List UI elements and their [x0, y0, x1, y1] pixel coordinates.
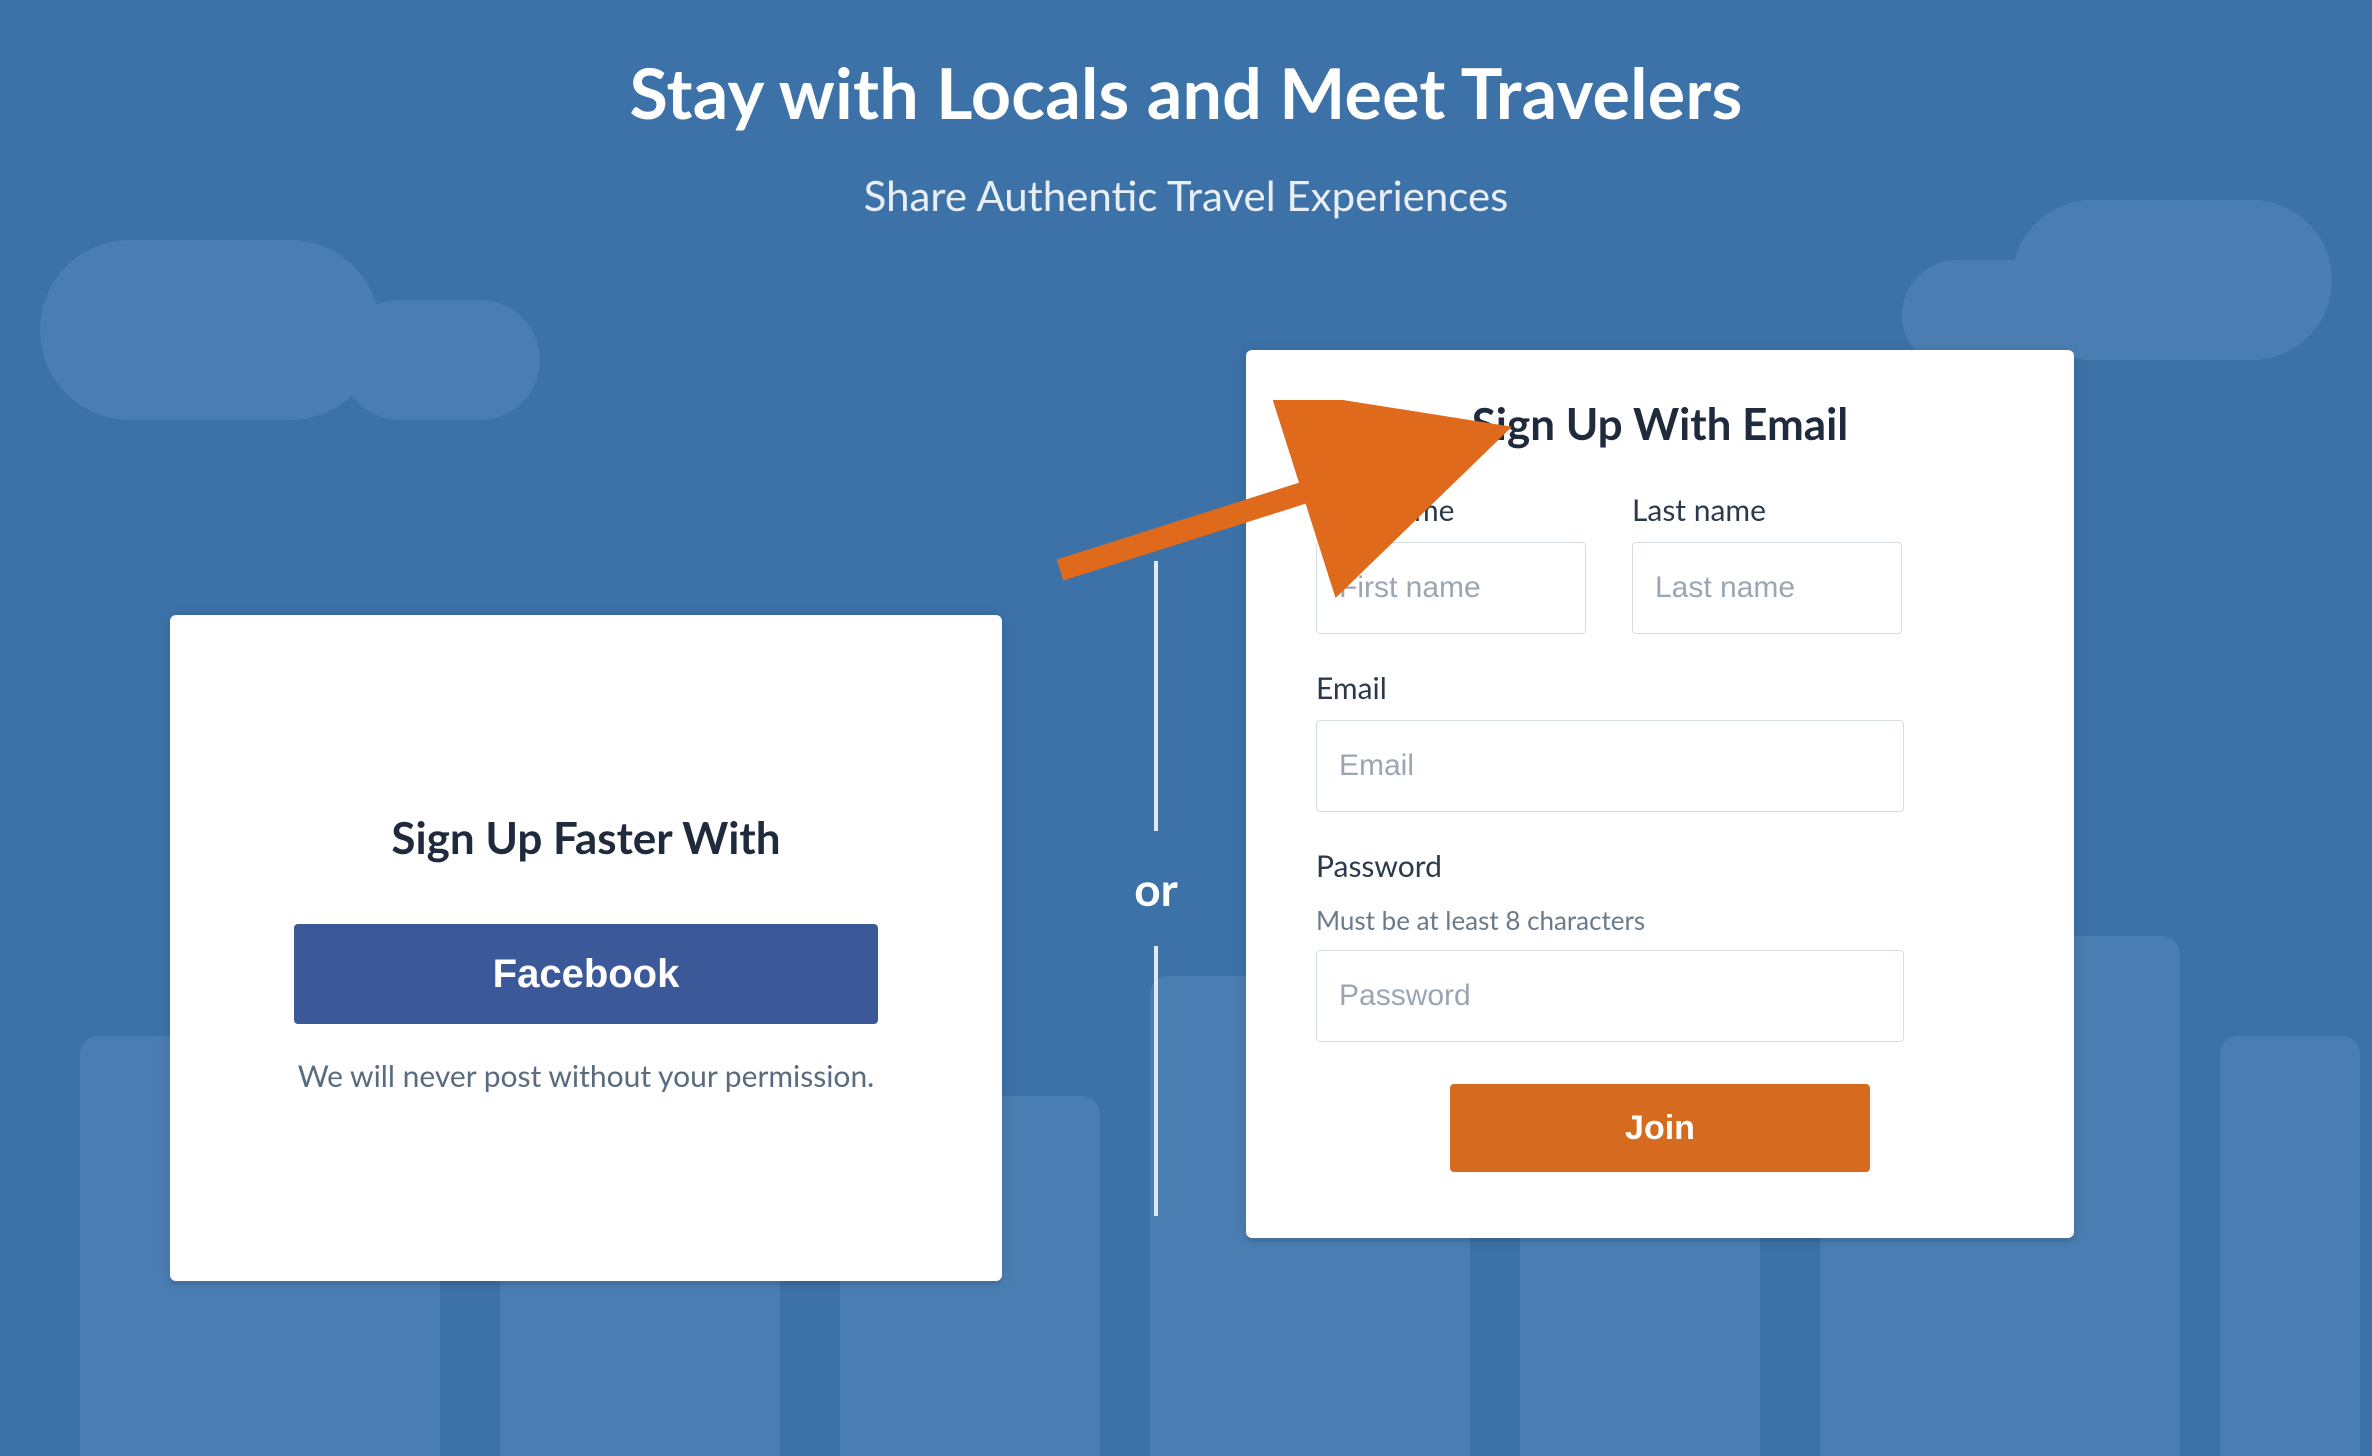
- last-name-input[interactable]: [1632, 542, 1902, 634]
- email-input[interactable]: [1316, 720, 1904, 812]
- email-card-title: Sign Up With Email: [1316, 398, 2004, 450]
- signup-email-card: Sign Up With Email First name Last name …: [1246, 350, 2074, 1238]
- divider-line: [1154, 946, 1158, 1216]
- join-button[interactable]: Join: [1450, 1084, 1870, 1172]
- facebook-permission-note: We will never post without your permissi…: [298, 1058, 875, 1094]
- first-name-label: First name: [1316, 492, 1586, 528]
- or-label: or: [1134, 861, 1178, 916]
- page-subtitle: Share Authentic Travel Experiences: [0, 170, 2372, 220]
- signup-facebook-card: Sign Up Faster With Facebook We will nev…: [170, 615, 1002, 1281]
- last-name-label: Last name: [1632, 492, 1902, 528]
- first-name-input[interactable]: [1316, 542, 1586, 634]
- facebook-signup-button[interactable]: Facebook: [294, 924, 878, 1024]
- email-label: Email: [1316, 670, 2004, 706]
- page-title: Stay with Locals and Meet Travelers: [0, 50, 2372, 134]
- password-label: Password: [1316, 848, 2004, 884]
- facebook-card-title: Sign Up Faster With: [391, 812, 780, 864]
- divider-line: [1154, 561, 1158, 831]
- password-hint: Must be at least 8 characters: [1316, 904, 2004, 936]
- divider-or: or: [1066, 320, 1246, 1456]
- password-input[interactable]: [1316, 950, 1904, 1042]
